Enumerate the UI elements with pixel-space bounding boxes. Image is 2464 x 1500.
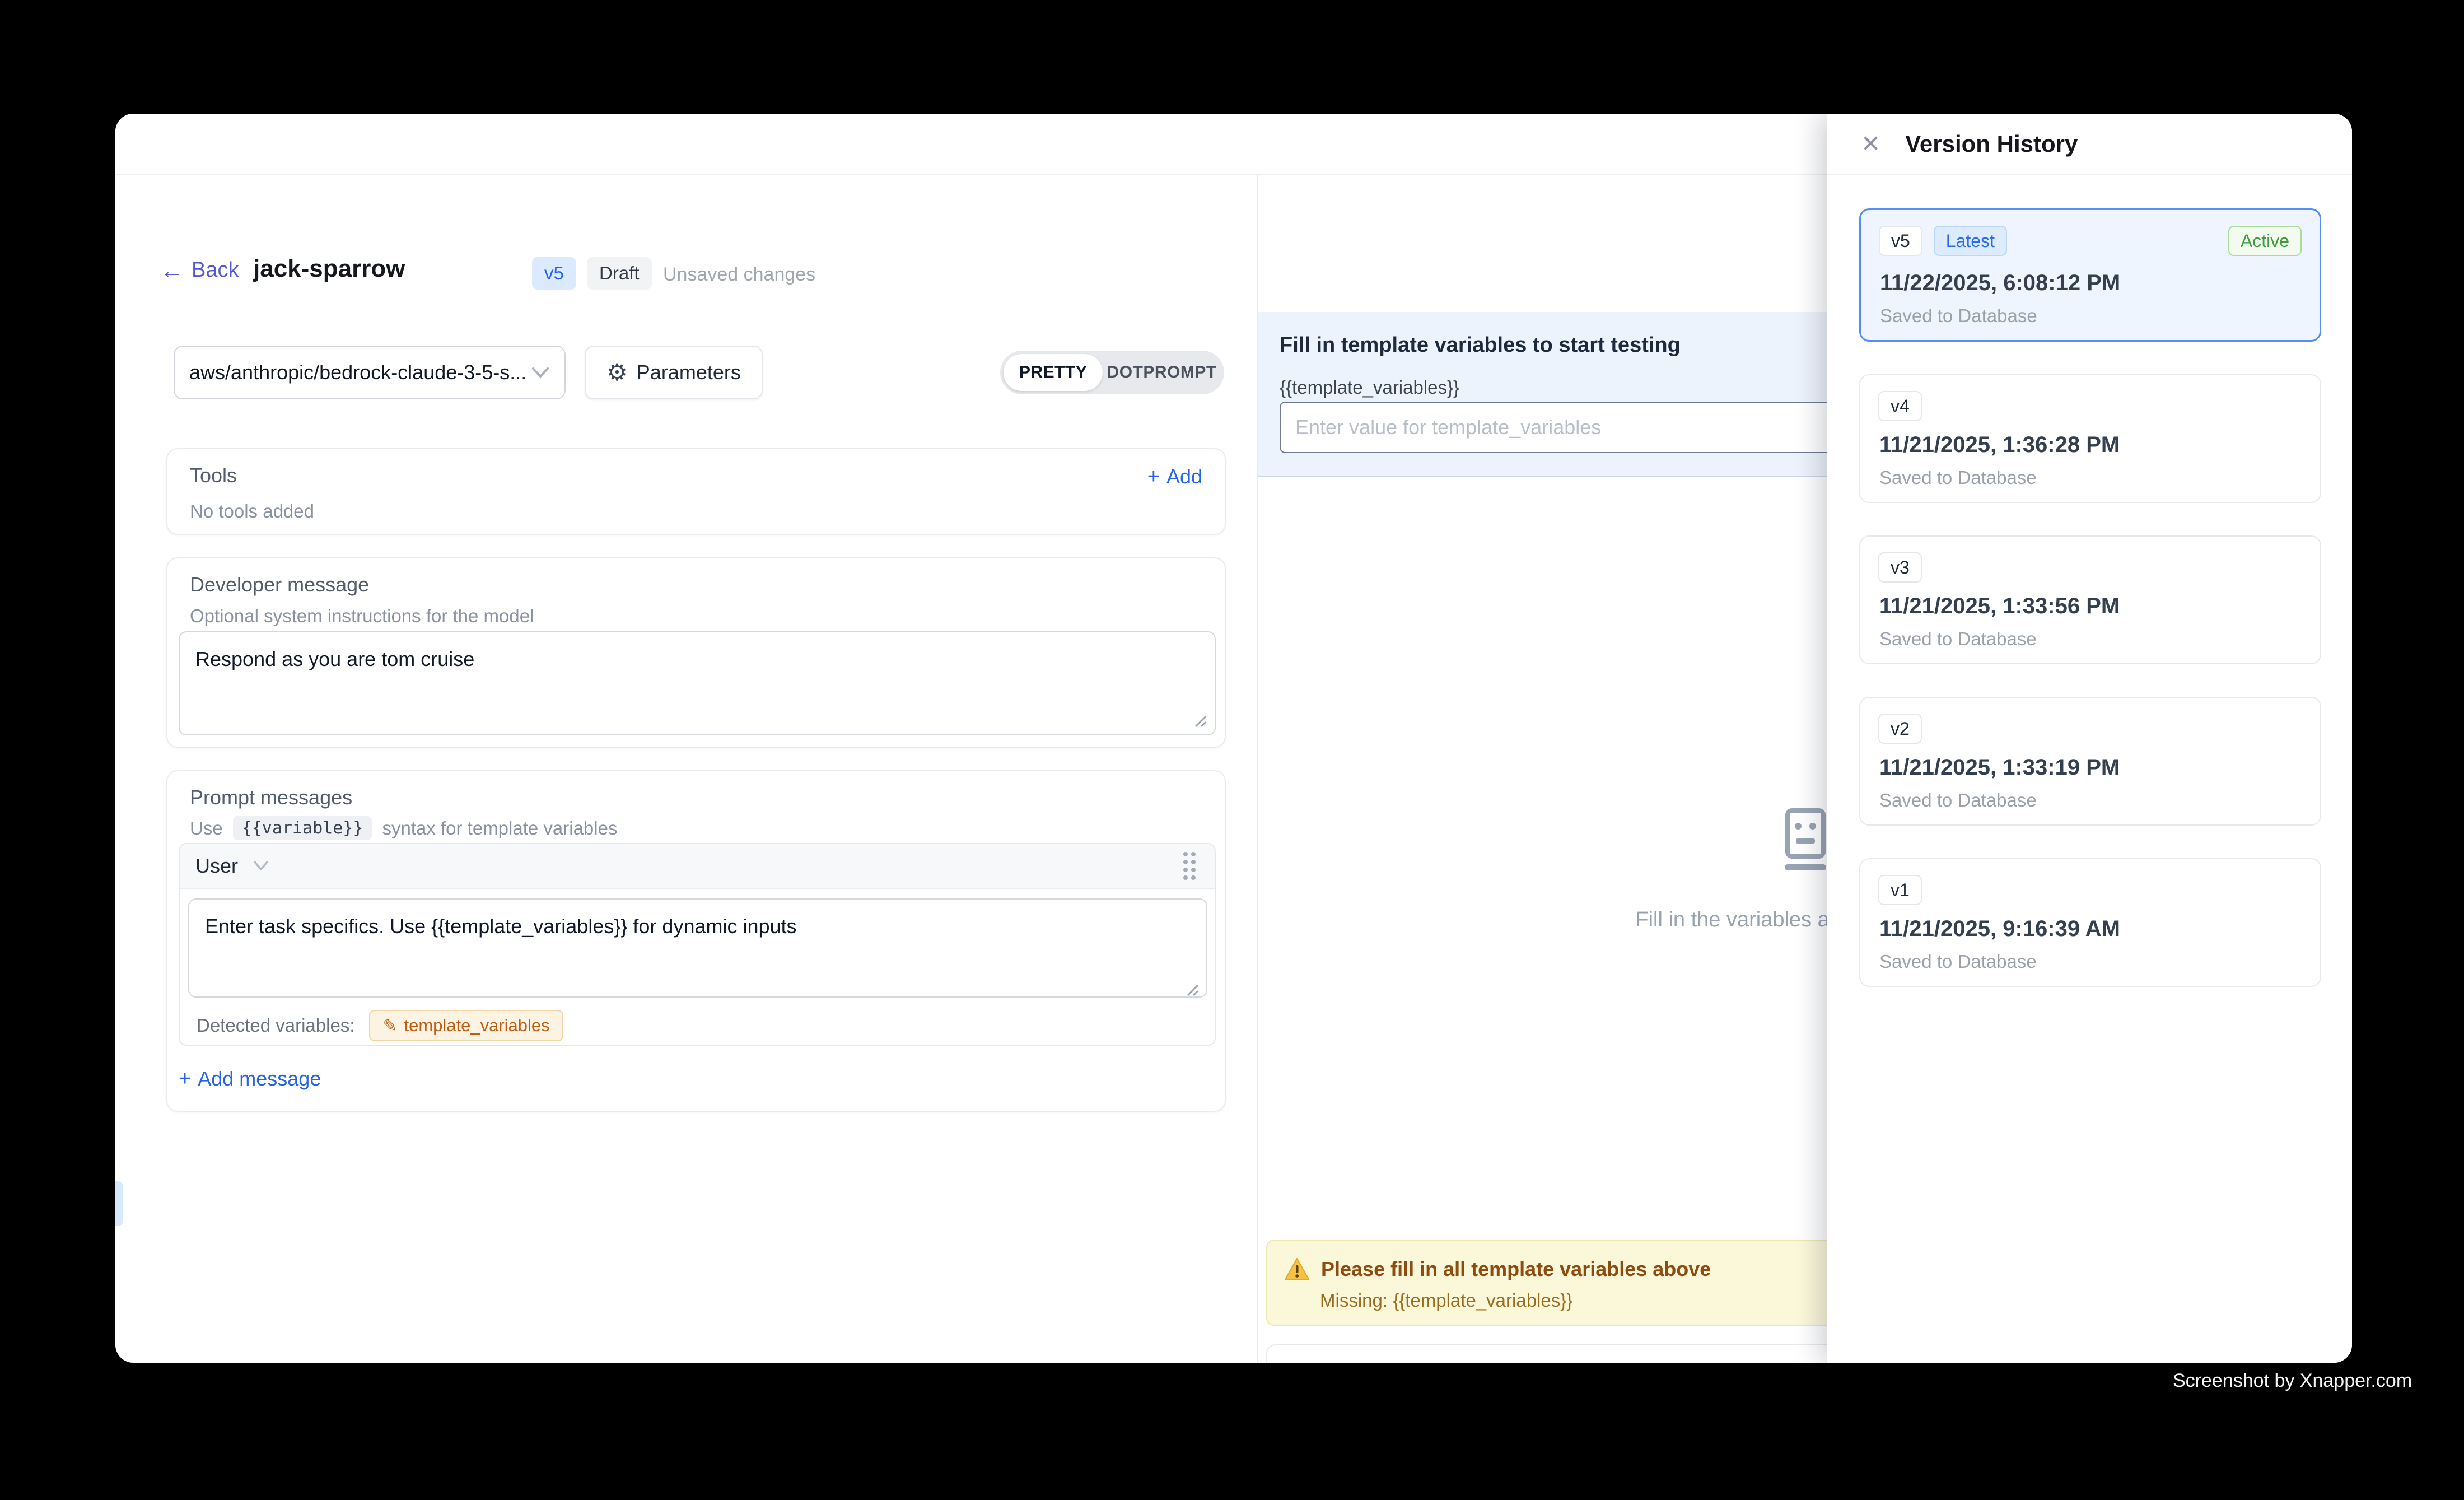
message-role-value: User [195,854,238,878]
detected-variable-name: template_variables [404,1015,549,1036]
detected-variables-label: Detected variables: [197,1015,354,1036]
model-select-value: aws/anthropic/bedrock-claude-3-5-s... [189,361,531,384]
message-role-select[interactable]: User [195,854,269,878]
toggle-dotprompt[interactable]: DOTPROMPT [1103,363,1221,382]
chevron-down-icon [253,860,269,872]
version-badge: v5 [532,257,576,290]
latest-badge: Latest [1934,226,2007,256]
variable-syntax-chip: {{variable}} [233,816,372,840]
developer-message-hint: Optional system instructions for the mod… [190,605,534,627]
version-timestamp: 11/21/2025, 1:36:28 PM [1879,432,2120,458]
version-card-v4[interactable]: v4 11/21/2025, 1:36:28 PM Saved to Datab… [1859,374,2321,503]
add-message-button[interactable]: + Add message [179,1067,321,1091]
version-number-badge: v3 [1878,552,1922,583]
developer-message-card: Developer message Optional system instru… [166,557,1226,748]
version-number-badge: v2 [1878,714,1922,744]
page-title: jack-sparrow [253,255,405,283]
close-icon[interactable]: ✕ [1861,132,1880,156]
prompt-messages-title: Prompt messages [190,786,352,809]
tools-title: Tools [190,464,237,487]
chevron-down-icon [531,366,550,379]
tools-card: Tools + Add No tools added [166,448,1226,535]
banner-title: Fill in template variables to start test… [1280,333,1681,357]
version-timestamp: 11/21/2025, 1:33:19 PM [1879,755,2120,780]
add-message-label: Add message [198,1067,321,1091]
version-number-badge: v5 [1879,226,1922,256]
template-variable-label: {{template_variables}} [1280,377,1459,398]
parameters-label: Parameters [637,361,741,384]
plus-icon: + [1147,466,1160,487]
version-card-v5[interactable]: v5 Latest Active 11/22/2025, 6:08:12 PM … [1859,208,2321,342]
plus-icon: + [179,1068,191,1089]
version-number-badge: v1 [1878,875,1922,905]
add-tool-label: Add [1166,465,1202,488]
version-status: Saved to Database [1879,951,2037,972]
version-number-badge: v4 [1878,391,1922,421]
message-header: User [180,844,1215,889]
active-badge: Active [2228,226,2302,256]
back-button[interactable]: ← Back [160,258,239,282]
format-toggle: PRETTY DOTPROMPT [1000,351,1224,394]
version-card-v2[interactable]: v2 11/21/2025, 1:33:19 PM Saved to Datab… [1859,697,2321,826]
version-history-title: Version History [1905,131,2078,157]
version-history-panel: ✕ Version History v5 Latest Active 11/22… [1827,114,2352,1363]
toggle-pretty[interactable]: PRETTY [1004,354,1103,391]
parameters-button[interactable]: ⚙ Parameters [585,346,763,399]
version-status: Saved to Database [1880,305,2037,327]
version-timestamp: 11/21/2025, 1:33:56 PM [1879,594,2120,619]
version-status: Saved to Database [1879,628,2037,650]
drag-handle-icon[interactable] [1180,850,1199,882]
version-history-header: ✕ Version History [1827,114,2352,175]
page-background: ← Back jack-sparrow v5 Draft Unsaved cha… [0,0,2464,1500]
hint-suffix: syntax for template variables [382,818,617,839]
version-status: Saved to Database [1879,467,2037,488]
back-arrow-icon: ← [160,259,184,282]
version-card-v3[interactable]: v3 11/21/2025, 1:33:56 PM Saved to Datab… [1859,535,2321,664]
back-label: Back [192,258,239,282]
version-status: Saved to Database [1879,790,2037,811]
developer-message-textarea[interactable]: Respond as you are tom cruise [179,631,1216,735]
developer-message-title: Developer message [190,573,369,597]
draft-status-badge: Draft [587,257,652,290]
warning-title: Please fill in all template variables ab… [1321,1257,1711,1281]
message-block: User Enter task specifics. Use {{templat… [179,843,1216,1046]
app-window: ← Back jack-sparrow v5 Draft Unsaved cha… [115,114,2352,1363]
version-timestamp: 11/21/2025, 9:16:39 AM [1879,916,2120,942]
add-tool-button[interactable]: + Add [1147,465,1202,488]
version-timestamp: 11/22/2025, 6:08:12 PM [1880,271,2120,296]
unsaved-changes-label: Unsaved changes [663,264,815,286]
detected-variables-row: Detected variables: ✎ template_variables [197,1010,563,1041]
pen-icon: ✎ [382,1017,397,1035]
left-edge-notification-sliver [115,1181,123,1226]
warning-icon [1284,1257,1310,1281]
detected-variable-chip[interactable]: ✎ template_variables [369,1010,563,1041]
prompt-messages-card: Prompt messages Use {{variable}} syntax … [166,770,1226,1112]
model-select[interactable]: aws/anthropic/bedrock-claude-3-5-s... [174,346,566,399]
gear-icon: ⚙ [606,361,628,384]
message-content-textarea[interactable]: Enter task specifics. Use {{template_var… [188,898,1207,998]
hint-prefix: Use [190,818,223,839]
prompt-messages-hint: Use {{variable}} syntax for template var… [190,816,617,840]
watermark: Screenshot by Xnapper.com [2173,1370,2412,1392]
tools-empty-text: No tools added [190,501,314,522]
robot-face-icon [1775,808,1836,873]
warning-missing-text: Missing: {{template_variables}} [1320,1290,1572,1311]
version-card-v1[interactable]: v1 11/21/2025, 9:16:39 AM Saved to Datab… [1859,858,2321,987]
